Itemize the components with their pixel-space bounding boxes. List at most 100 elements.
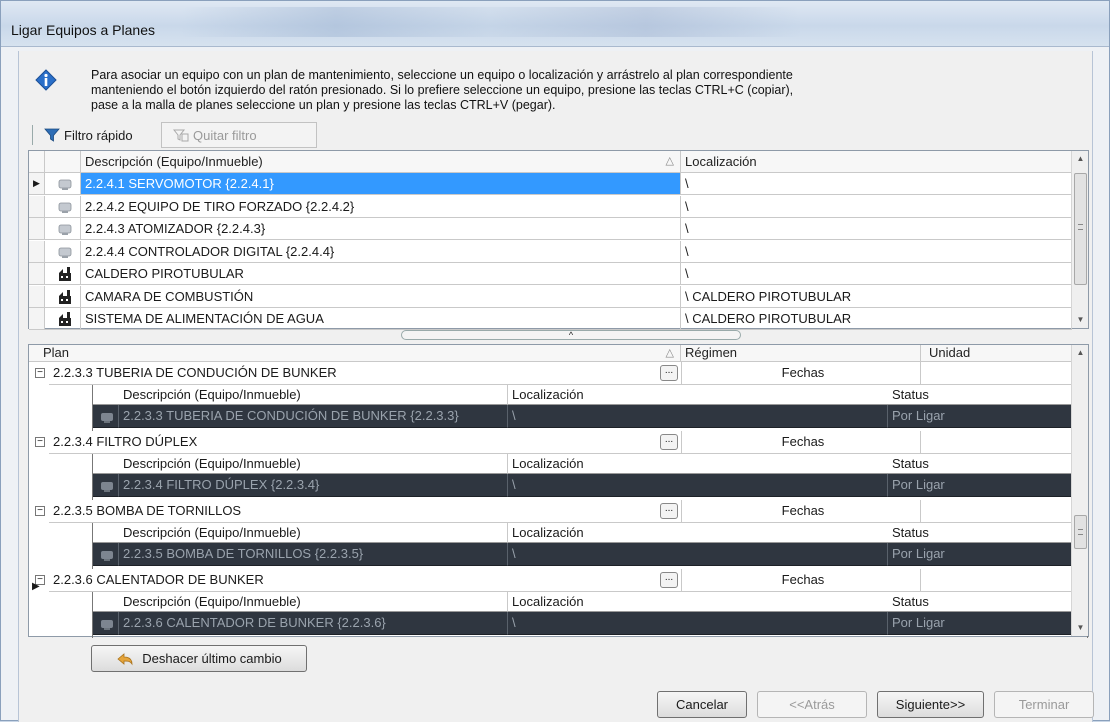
cell-status[interactable]: Por Ligar [888,543,1087,566]
next-button[interactable]: Siguiente>> [877,691,984,718]
scroll-down-icon[interactable]: ▼ [1072,620,1089,636]
cell-description[interactable]: 2.2.3.4 FILTRO DÚPLEX {2.2.3.4} [119,474,508,497]
cell-location[interactable]: \ CALDERO PIROTUBULAR [681,308,1072,330]
column-header-description[interactable]: Descripción (Equipo/Inmueble) [93,523,508,543]
column-header-location[interactable]: Localización [508,592,888,612]
back-button[interactable]: <<Atrás [757,691,867,718]
table-row[interactable]: CALDERO PIROTUBULAR \ [29,263,1072,285]
cell-location[interactable]: \ [681,240,1072,263]
cell-plan[interactable]: 2.2.3.4 FILTRO DÚPLEX [49,431,681,454]
quick-filter-button[interactable]: Filtro rápido [38,124,139,146]
collapse-icon[interactable]: − [35,368,45,378]
column-header-location[interactable]: Localización [508,385,888,405]
scroll-thumb[interactable] [1074,515,1087,549]
table-row[interactable]: SISTEMA DE ALIMENTACIÓN DE AGUA \ CALDERO… [29,308,1072,330]
cell-plan[interactable]: 2.2.3.6 CALENTADOR DE BUNKER [49,569,681,592]
row-icon-cell [93,543,119,566]
cell-description[interactable]: 2.2.3.6 CALENTADOR DE BUNKER {2.2.3.6} [119,612,508,635]
ellipsis-button[interactable]: ... [660,572,678,588]
plans-grid-header: Plan △ Régimen Unidad [29,345,1072,362]
cell-plan[interactable]: 2.2.3.3 TUBERIA DE CONDUCIÓN DE BUNKER [49,362,681,385]
finish-button[interactable]: Terminar [994,691,1094,718]
grid-splitter[interactable]: ^ [401,330,741,340]
collapse-icon[interactable]: − [35,506,45,516]
table-row[interactable]: CAMARA DE COMBUSTIÓN \ CALDERO PIROTUBULA… [29,285,1072,308]
table-row[interactable]: 2.2.4.3 ATOMIZADOR {2.2.4.3} \ [29,218,1072,240]
cell-regime[interactable]: Fechas [681,569,921,592]
linked-items-header: Descripción (Equipo/Inmueble) Localizació… [93,385,1087,405]
equipment-grid-scrollbar[interactable]: ▲ ▼ [1071,151,1088,328]
column-header-status[interactable]: Status [888,454,1087,474]
table-row[interactable]: 2.2.4.2 EQUIPO DE TIRO FORZADO {2.2.4.2}… [29,195,1072,218]
column-header-status[interactable]: Status [888,592,1087,612]
column-header-unit[interactable]: Unidad [921,345,1072,362]
table-row[interactable]: 2.2.4.4 CONTROLADOR DIGITAL {2.2.4.4} \ [29,240,1072,263]
cell-location[interactable]: \ CALDERO PIROTUBULAR [681,285,1072,308]
cell-description[interactable]: 2.2.3.3 TUBERIA DE CONDUCIÓN DE BUNKER {… [119,405,508,428]
linked-item-row[interactable]: 2.2.3.5 BOMBA DE TORNILLOS {2.2.3.5} \ Por… [93,543,1087,566]
column-header-location[interactable]: Localización [508,454,888,474]
cell-unit[interactable] [921,500,1072,523]
cell-location[interactable]: \ [508,612,888,635]
cell-description[interactable]: 2.2.4.1 SERVOMOTOR {2.2.4.1} [81,173,681,195]
cell-location[interactable]: \ [681,263,1072,285]
linked-item-row[interactable]: 2.2.3.6 CALENTADOR DE BUNKER {2.2.3.6} \ P… [93,612,1087,635]
cell-description[interactable]: CAMARA DE COMBUSTIÓN [81,285,681,308]
scroll-up-icon[interactable]: ▲ [1072,345,1089,361]
cell-location[interactable]: \ [681,218,1072,240]
scroll-down-icon[interactable]: ▼ [1072,312,1089,328]
column-header-regime[interactable]: Régimen [681,345,921,362]
equipment-grid: Descripción (Equipo/Inmueble) △ Localiza… [28,150,1089,330]
undo-last-change-button[interactable]: Deshacer último cambio [91,645,307,672]
cell-regime[interactable]: Fechas [681,362,921,385]
scroll-thumb[interactable] [1074,173,1087,285]
linked-item-row[interactable]: 2.2.3.4 FILTRO DÚPLEX {2.2.3.4} \ Por Liga… [93,474,1087,497]
cell-unit[interactable] [921,362,1072,385]
column-header-status[interactable]: Status [888,385,1087,405]
ellipsis-button[interactable]: ... [660,434,678,450]
table-row[interactable]: ▶ 2.2.4.1 SERVOMOTOR {2.2.4.1} \ [29,173,1072,195]
column-header-location[interactable]: Localización [681,151,1072,173]
cell-regime[interactable]: Fechas [681,431,921,454]
cell-description[interactable]: 2.2.4.3 ATOMIZADOR {2.2.4.3} [81,218,681,240]
ellipsis-button[interactable]: ... [660,503,678,519]
cell-location[interactable]: \ [681,173,1072,195]
column-header-status[interactable]: Status [888,523,1087,543]
cell-status[interactable]: Por Ligar [888,474,1087,497]
cell-location[interactable]: \ [508,474,888,497]
cell-status[interactable]: Por Ligar [888,405,1087,428]
cell-description[interactable]: CALDERO PIROTUBULAR [81,263,681,285]
title-bar: Ligar Equipos a Planes [1,1,1109,47]
collapse-icon[interactable]: − [35,437,45,447]
column-header-description[interactable]: Descripción (Equipo/Inmueble) [93,454,508,474]
plans-grid-scrollbar[interactable]: ▲ ▼ [1071,345,1088,636]
plan-row[interactable]: −2.2.3.6 CALENTADOR DE BUNKER... Fechas [29,569,1072,592]
column-header-description[interactable]: Descripción (Equipo/Inmueble) [93,592,508,612]
plan-row[interactable]: −2.2.3.4 FILTRO DÚPLEX... Fechas [29,431,1072,454]
cell-location[interactable]: \ [508,405,888,428]
cell-plan[interactable]: 2.2.3.5 BOMBA DE TORNILLOS [49,500,681,523]
cancel-button[interactable]: Cancelar [657,691,747,718]
cell-location[interactable]: \ [508,543,888,566]
cell-unit[interactable] [921,569,1072,592]
column-header-description[interactable]: Descripción (Equipo/Inmueble) △ [81,151,681,173]
cell-location[interactable]: \ [681,195,1072,218]
ellipsis-button[interactable]: ... [660,365,678,381]
cell-description[interactable]: SISTEMA DE ALIMENTACIÓN DE AGUA [81,308,681,330]
cell-description[interactable]: 2.2.3.5 BOMBA DE TORNILLOS {2.2.3.5} [119,543,508,566]
column-header-description[interactable]: Descripción (Equipo/Inmueble) [93,385,508,405]
instruction-line: manteniendo el botón izquierdo del ratón… [91,83,794,97]
column-header-plan[interactable]: Plan △ [29,345,681,362]
cell-unit[interactable] [921,431,1072,454]
cell-status[interactable]: Por Ligar [888,612,1087,635]
column-header-location[interactable]: Localización [508,523,888,543]
plan-row[interactable]: −2.2.3.3 TUBERIA DE CONDUCIÓN DE BUNKER.… [29,362,1072,385]
equipment-icon [101,482,113,492]
linked-item-row[interactable]: 2.2.3.3 TUBERIA DE CONDUCIÓN DE BUNKER {… [93,405,1087,428]
cell-regime[interactable]: Fechas [681,500,921,523]
remove-filter-button[interactable]: Quitar filtro [167,124,263,146]
scroll-up-icon[interactable]: ▲ [1072,151,1089,167]
plan-row[interactable]: −2.2.3.5 BOMBA DE TORNILLOS... Fechas [29,500,1072,523]
cell-description[interactable]: 2.2.4.4 CONTROLADOR DIGITAL {2.2.4.4} [81,240,681,263]
cell-description[interactable]: 2.2.4.2 EQUIPO DE TIRO FORZADO {2.2.4.2} [81,195,681,218]
